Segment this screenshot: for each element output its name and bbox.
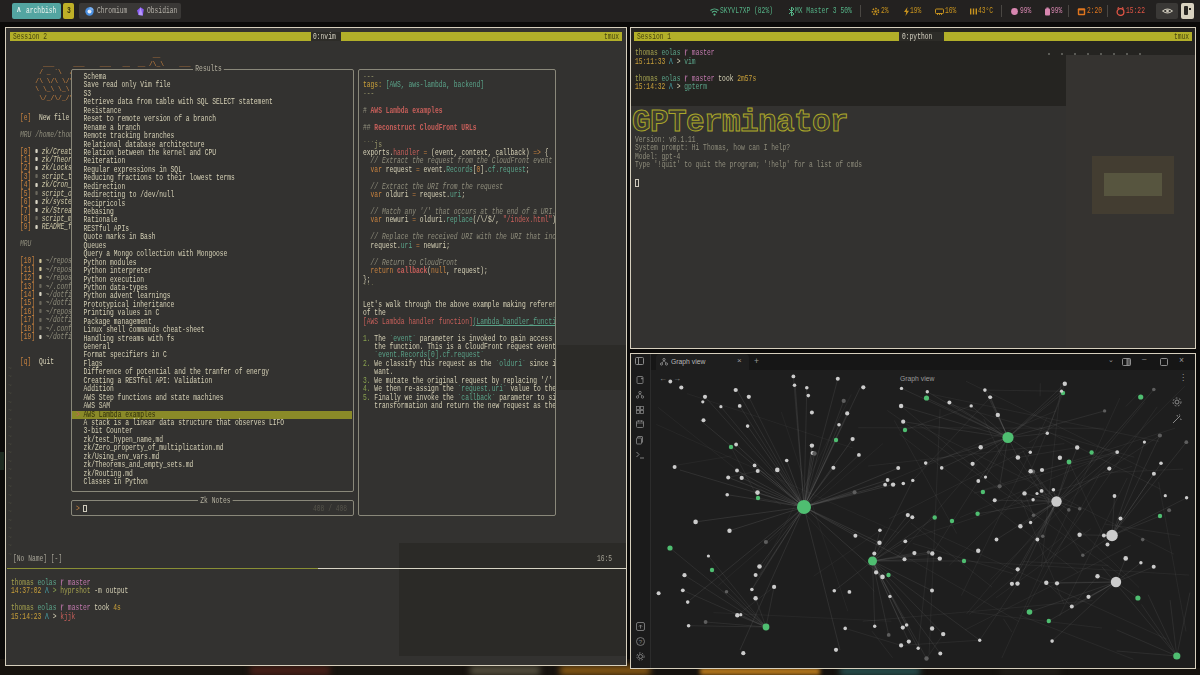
svg-text:?: ?: [639, 639, 643, 645]
